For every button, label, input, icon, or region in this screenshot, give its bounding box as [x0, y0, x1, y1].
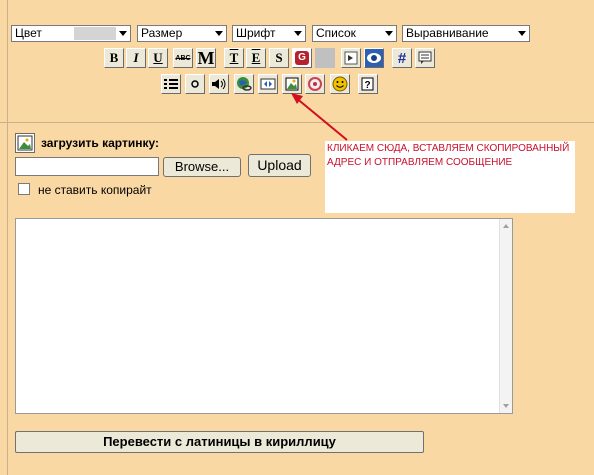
e-icon: E	[251, 50, 261, 65]
bullet-icon	[191, 80, 199, 88]
chevron-down-icon	[215, 31, 223, 36]
list-select-label: Список	[316, 26, 356, 40]
s-icon: S	[275, 50, 283, 65]
chevron-down-icon	[518, 31, 526, 36]
eye-icon	[367, 53, 381, 63]
no-copyright-label: не ставить копирайт	[38, 183, 152, 197]
size-select-label: Размер	[141, 26, 183, 40]
file-path-input[interactable]	[15, 157, 159, 176]
hash-icon: #	[397, 49, 407, 67]
color-select[interactable]: Цвет	[11, 25, 131, 42]
textarea-scrollbar[interactable]	[499, 219, 512, 413]
chevron-down-icon	[294, 31, 302, 36]
annotation-arrow	[291, 93, 348, 141]
help-icon: ?	[361, 77, 374, 91]
left-border	[7, 0, 8, 122]
quote-icon	[344, 51, 358, 65]
underline-icon: U	[153, 50, 163, 65]
upload-label: загрузить картинку:	[41, 136, 159, 150]
mono-button[interactable]: M	[196, 48, 216, 68]
message-textarea[interactable]	[15, 218, 513, 414]
color-select-label: Цвет	[15, 26, 42, 40]
t-icon: T	[229, 50, 239, 65]
sound-button[interactable]	[209, 74, 229, 94]
strike-button[interactable]: ABC	[173, 48, 193, 68]
hash-button[interactable]: #	[392, 48, 412, 68]
g-icon: G	[295, 51, 309, 65]
image-swap-icon	[260, 78, 276, 90]
g-button[interactable]: G	[292, 48, 312, 68]
sound-icon	[212, 78, 226, 90]
link-button[interactable]	[234, 74, 254, 94]
left-border-lower	[7, 123, 8, 475]
mono-icon: M	[197, 47, 215, 68]
s-button[interactable]: S	[269, 48, 289, 68]
spoiler-button[interactable]	[364, 48, 384, 68]
browse-button[interactable]: Browse...	[163, 157, 241, 177]
annotation-note: КЛИКАЕМ СЮДА, ВСТАВЛЯЕМ СКОПИРОВАННЫЙ АД…	[325, 141, 575, 213]
scroll-down-icon[interactable]	[503, 404, 509, 408]
list-button[interactable]	[161, 74, 181, 94]
scroll-up-icon[interactable]	[503, 224, 509, 228]
quote-button[interactable]	[341, 48, 361, 68]
help-button[interactable]: ?	[358, 74, 378, 94]
strike-icon: ABC	[175, 54, 191, 62]
translit-button[interactable]: Перевести с латиницы в кириллицу	[15, 431, 424, 453]
font-select-label: Шрифт	[236, 26, 276, 40]
blank-button[interactable]	[315, 48, 335, 68]
chevron-down-icon	[385, 31, 393, 36]
chevron-down-icon	[119, 31, 127, 36]
color-select-fill	[74, 27, 116, 40]
globe-link-icon	[237, 77, 252, 91]
bold-button[interactable]: B	[104, 48, 124, 68]
svg-text:?: ?	[365, 80, 371, 91]
comment-icon	[418, 51, 432, 64]
image-link-button[interactable]	[258, 74, 278, 94]
bold-icon: B	[109, 50, 119, 65]
list-select[interactable]: Список	[312, 25, 397, 42]
italic-icon: I	[133, 50, 139, 65]
size-select[interactable]: Размер	[137, 25, 227, 42]
align-select[interactable]: Выравнивание	[402, 25, 530, 42]
comment-button[interactable]	[415, 48, 435, 68]
no-copyright-checkbox[interactable]	[18, 183, 30, 195]
align-select-label: Выравнивание	[406, 26, 489, 40]
font-select[interactable]: Шрифт	[232, 25, 306, 42]
image-icon	[15, 133, 35, 153]
bullet-button[interactable]	[185, 74, 205, 94]
list-icon	[164, 79, 178, 89]
underline-button[interactable]: U	[148, 48, 168, 68]
upload-button[interactable]: Upload	[248, 154, 311, 177]
t-button[interactable]: T	[224, 48, 244, 68]
italic-button[interactable]: I	[126, 48, 146, 68]
e-button[interactable]: E	[246, 48, 266, 68]
